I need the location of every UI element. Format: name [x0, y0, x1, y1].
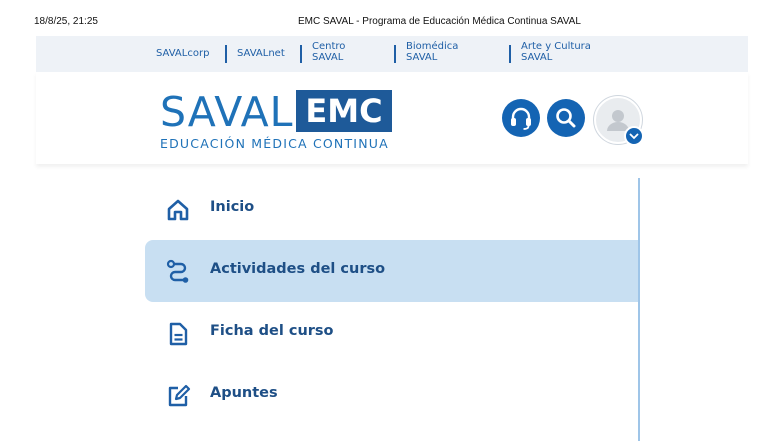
separator	[509, 45, 511, 63]
menu-item-actividades[interactable]: Actividades del curso	[145, 240, 638, 302]
search-button[interactable]	[547, 99, 585, 137]
link-biomedica-line1: Biomédica	[406, 41, 459, 52]
link-savalnet[interactable]: SAVALnet	[237, 48, 285, 59]
saval-emc-logo[interactable]: SAVAL EMC EDUCACIÓN MÉDICA CONTINUA	[160, 88, 400, 158]
link-centro-line1: Centro	[312, 41, 346, 52]
support-button[interactable]	[502, 99, 540, 137]
link-arte-cultura-saval[interactable]: Arte y Cultura SAVAL	[521, 41, 591, 63]
course-menu: Inicio Actividades del curso Ficha del c…	[145, 178, 641, 441]
link-centro-line2: SAVAL	[312, 52, 344, 63]
separator	[394, 45, 396, 63]
print-title: EMC SAVAL - Programa de Educación Médica…	[298, 16, 581, 27]
link-centro-saval[interactable]: Centro SAVAL	[312, 41, 345, 63]
separator	[300, 45, 302, 63]
print-header: 18/8/25, 21:25 EMC SAVAL - Programa de E…	[0, 0, 784, 34]
logo-emc-box: EMC	[296, 90, 392, 132]
chevron-down-icon	[629, 133, 639, 140]
menu-label: Inicio	[210, 199, 255, 215]
menu-item-ficha[interactable]: Ficha del curso	[145, 302, 638, 364]
route-icon	[166, 259, 189, 283]
logo-saval-text: SAVAL	[160, 88, 294, 136]
menu-label: Apuntes	[210, 385, 278, 401]
search-icon	[556, 108, 576, 128]
headset-icon	[511, 107, 531, 130]
home-icon	[167, 199, 189, 221]
separator	[225, 45, 227, 63]
menu-item-apuntes[interactable]: Apuntes	[145, 364, 638, 426]
link-biomedica-line2: SAVAL	[406, 52, 438, 63]
menu-label: Actividades del curso	[210, 261, 386, 277]
top-links-bar: SAVALcorp SAVALnet Centro SAVAL Biomédic…	[36, 36, 748, 72]
logo-subtitle: EDUCACIÓN MÉDICA CONTINUA	[160, 136, 389, 151]
link-arte-line2: SAVAL	[521, 52, 553, 63]
user-menu-toggle[interactable]	[624, 126, 644, 146]
document-icon	[169, 322, 188, 346]
site-header: SAVAL EMC EDUCACIÓN MÉDICA CONTINUA	[36, 72, 748, 164]
link-savalcorp[interactable]: SAVALcorp	[156, 48, 209, 59]
link-arte-line1: Arte y Cultura	[521, 41, 591, 52]
print-date: 18/8/25, 21:25	[34, 16, 98, 27]
edit-icon	[168, 384, 191, 407]
menu-label: Ficha del curso	[210, 323, 334, 339]
menu-item-inicio[interactable]: Inicio	[145, 178, 638, 240]
link-biomedica-saval[interactable]: Biomédica SAVAL	[406, 41, 458, 63]
